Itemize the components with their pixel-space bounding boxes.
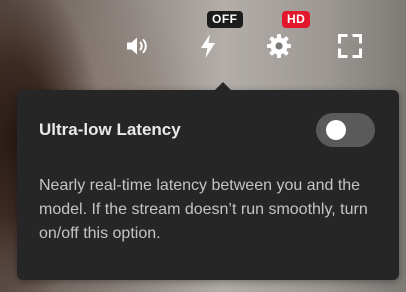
latency-settings-popover: Ultra-low Latency Nearly real-time laten…	[17, 82, 399, 280]
player-toolbar: OFF HD	[0, 0, 406, 90]
settings-button[interactable]	[263, 30, 295, 62]
ultra-low-latency-toggle[interactable]	[316, 113, 375, 147]
quality-badge: HD	[282, 11, 311, 28]
volume-button[interactable]	[121, 30, 153, 62]
popover-description: Nearly real-time latency between you and…	[39, 177, 368, 242]
fullscreen-icon	[338, 34, 362, 58]
lightning-bolt-icon	[201, 34, 215, 58]
toggle-knob	[326, 120, 346, 140]
popover-arrow	[215, 82, 231, 90]
latency-status-badge: OFF	[207, 11, 243, 28]
fullscreen-button[interactable]	[334, 30, 366, 62]
volume-icon	[127, 37, 147, 55]
gear-icon	[267, 34, 291, 58]
popover-title: Ultra-low Latency	[39, 120, 181, 139]
latency-button[interactable]	[192, 30, 224, 62]
